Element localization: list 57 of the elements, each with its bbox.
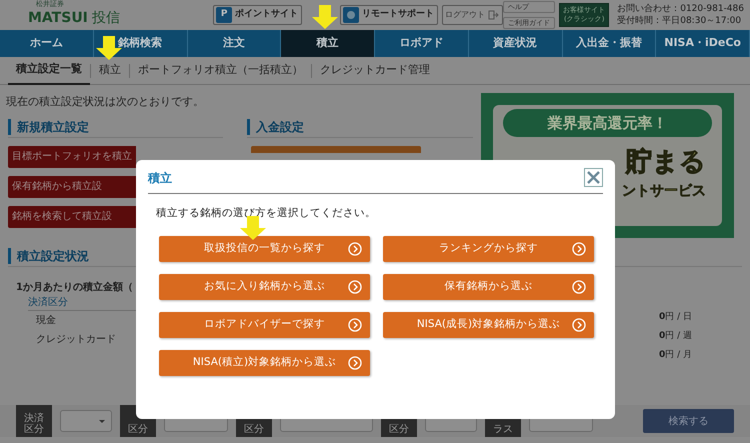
sub-tab[interactable]: ポートフォリオ積立（一括積立） [130, 56, 311, 84]
banner-headline: 貯まる [624, 147, 707, 177]
option-button[interactable]: NISA(成長)対象銘柄から選ぶ [383, 312, 594, 338]
monthly-amount-label: 1か月あたりの積立金額（ [15, 280, 133, 295]
setting-button[interactable]: 銘柄を検索して積立設 [8, 206, 136, 228]
chevron-icon [572, 280, 586, 294]
table-cell: 現金 [36, 315, 56, 326]
amount-text: 0円 / 月 [658, 349, 692, 362]
option-button[interactable]: NISA(積立)対象銘柄から選ぶ [159, 350, 370, 376]
logout-button[interactable]: ログアウト [442, 5, 504, 25]
chevron-icon [348, 242, 362, 256]
table-cell: クレジットカード [36, 334, 116, 345]
banner-subline: ントサービス [621, 182, 707, 201]
remote-support-button[interactable]: リモートサポート [340, 5, 438, 25]
dialog-title: 積立 [148, 170, 172, 186]
chevron-icon [348, 280, 362, 294]
nav-tab[interactable]: 資産状況 [468, 30, 562, 57]
search-button[interactable]: 検索する [643, 409, 734, 433]
option-button[interactable]: ロボアドバイザーで探す [159, 312, 370, 338]
logout-icon [488, 10, 500, 20]
logo-text: MATSUI [28, 11, 88, 25]
nav-tab[interactable]: NISA・iDeCo [656, 30, 750, 57]
sub-tab[interactable]: 積立設定一覧 [8, 56, 90, 84]
hours-text: 受付時間：平日08:30～17:00 [617, 15, 742, 27]
nav-tab[interactable]: ホーム [0, 30, 94, 57]
amount-text: 0円 / 週 [658, 330, 692, 343]
filter-label: 決済 区分 [16, 405, 52, 437]
option-button[interactable]: お気に入り銘柄から選ぶ [159, 274, 370, 300]
caret-icon [99, 420, 105, 422]
contact-text: お問い合わせ：0120-981-486 [617, 3, 744, 15]
sub-tab[interactable]: クレジットカード管理 [312, 56, 438, 84]
option-button[interactable]: 取扱投信の一覧から探す [159, 236, 370, 262]
point-icon: P [216, 7, 232, 23]
section-heading: 新規積立設定 [8, 118, 223, 134]
nav-tab[interactable]: 積立 [281, 30, 375, 57]
section-heading: 入金設定 [247, 118, 473, 134]
point-site-button[interactable]: P ポイントサイト [213, 5, 302, 25]
option-button[interactable]: 保有銘柄から選ぶ [383, 274, 594, 300]
sub-tab[interactable]: 積立 [91, 56, 129, 84]
chevron-icon [572, 242, 586, 256]
nav-tab[interactable]: 入出金・振替 [562, 30, 656, 57]
select-field[interactable] [60, 410, 112, 432]
chevron-icon [572, 318, 586, 332]
close-button[interactable] [584, 168, 603, 187]
column-header: 決済区分 [28, 297, 68, 308]
intro-text: 現在の積立設定状況は次のとおりです。 [5, 94, 205, 110]
logo-suffix: 投信 [92, 9, 120, 28]
option-button[interactable]: ランキングから探す [383, 236, 594, 262]
chevron-icon [348, 318, 362, 332]
banner-tagline: 業界最高還元率！ [503, 109, 712, 137]
amount-text: 0円 / 日 [658, 311, 692, 324]
chevron-icon [348, 356, 362, 370]
close-icon [586, 170, 601, 185]
setting-button[interactable]: 目標ポートフォリオを積立 [8, 146, 136, 168]
setting-button[interactable]: 保有銘柄から積立設 [8, 176, 136, 198]
nav-tab[interactable]: ロボアド [375, 30, 469, 57]
support-icon [343, 7, 360, 23]
